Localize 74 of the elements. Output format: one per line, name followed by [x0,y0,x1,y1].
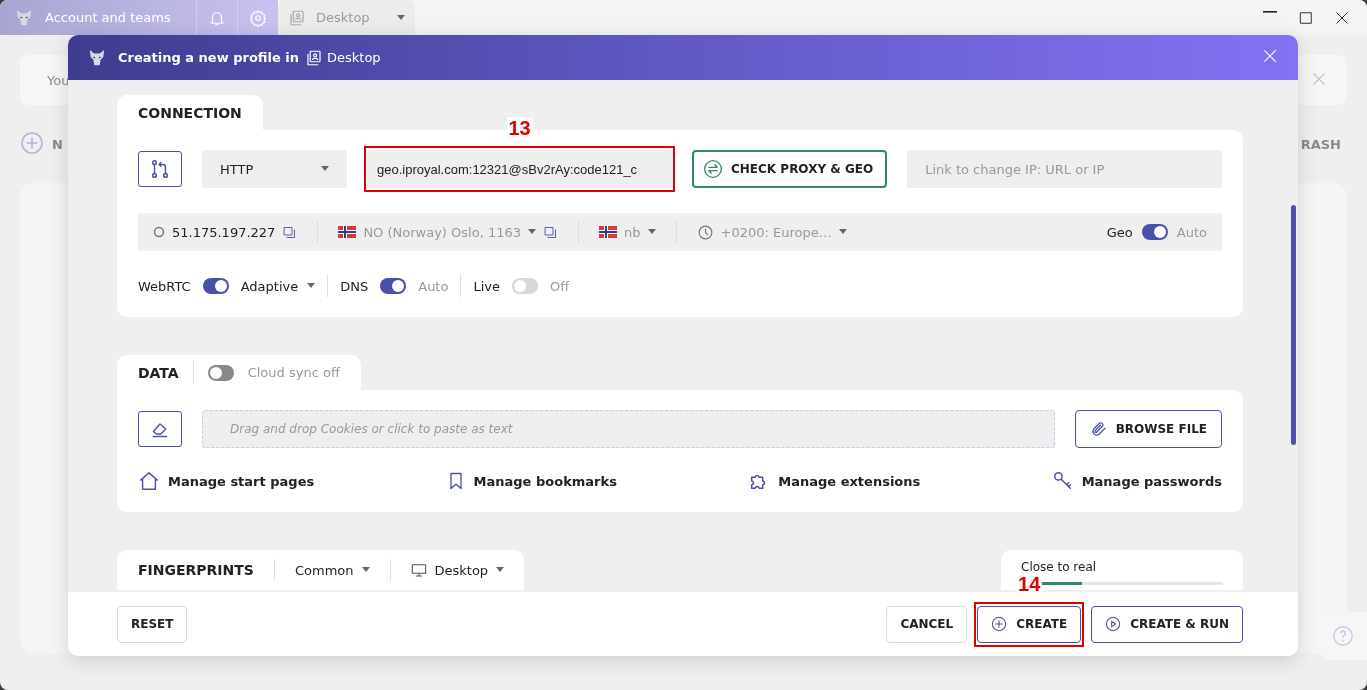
paperclip-icon [1089,420,1108,438]
settings-icon [249,8,267,27]
toggle-mode: Off [549,278,570,294]
caret-icon [838,229,847,235]
check-proxy-button[interactable]: CHECK PROXY & GEO [692,150,888,188]
caret-icon [528,229,536,235]
proxy-type-dropdown[interactable]: HTTP [202,150,347,188]
toggle-switch[interactable] [202,278,229,294]
status-circle-icon [153,226,165,238]
proxy-mode-button[interactable] [138,151,182,187]
close-icon [1262,48,1278,64]
profiles-icon [305,48,323,67]
proxy-field[interactable]: geo.iproyal.com:12321@sBv2rAy:code121_c [367,150,672,188]
mode-dropdown[interactable]: Adaptive [240,278,316,294]
caret-icon [496,567,505,573]
flag-icon [599,226,617,238]
wolf-logo-icon [88,48,106,67]
cancel-button[interactable]: CANCEL [886,605,968,643]
caret-icon [397,14,405,21]
toggle-label: Live [473,278,500,294]
toggle-mode: Auto [418,278,449,294]
caret-icon [647,229,656,235]
play-circle-icon [1105,616,1122,632]
section-heading: DATA [138,364,179,381]
copy-icon [282,224,298,240]
plus-circle-icon [20,130,44,155]
toggle-switch[interactable] [207,364,234,381]
clock-icon [696,223,714,241]
monitor-icon [410,562,427,578]
banner-text: You [47,72,70,88]
geo-mode: Auto [1176,224,1207,240]
toggle-switch[interactable] [1141,224,1168,240]
toggle-label: DNS [340,278,369,294]
geo-label: Geo [1106,224,1133,240]
toggle-label: WebRTC [138,278,191,294]
minimize-icon [1263,10,1277,13]
workspace-name: Desktop [327,50,381,65]
ip-address: 51.175.197.227 [172,224,276,240]
close-icon [1335,10,1349,25]
realism-label: Close to real [1021,560,1097,574]
section-heading: CONNECTION [117,95,263,130]
manage-link[interactable]: Manage extensions [748,470,921,492]
eraser-button[interactable] [138,411,182,447]
create-run-button[interactable]: CREATE & RUN [1091,605,1243,643]
help-icon [1332,625,1354,647]
preset-dropdown[interactable]: Common [273,559,390,581]
caret-icon [361,567,370,573]
key-icon [1051,470,1074,492]
browse-file-button[interactable]: BROWSE FILE [1074,410,1222,448]
dialog-title: Creating a new profile in [118,50,299,65]
caret-icon [307,283,316,289]
manage-link[interactable]: Manage passwords [1051,470,1222,492]
cookie-drop-field[interactable]: Drag and drop Cookies or click to paste as text [202,410,1055,448]
copy-icon [543,224,558,240]
route-icon [149,158,171,180]
device-dropdown[interactable]: Desktop [389,559,525,581]
change-ip-field[interactable]: Link to change IP: URL or IP [907,150,1222,188]
flag-icon [338,226,357,238]
maximize-icon [1299,10,1313,25]
manage-link[interactable]: Manage start pages [138,470,315,492]
close-icon [1311,70,1327,87]
wolf-logo-icon [15,8,33,27]
house-icon [138,470,160,492]
section-heading: FINGERPRINTS [138,562,255,578]
create-button[interactable]: CREATE [977,605,1082,643]
cloud-sync-label: Cloud sync off [247,365,340,380]
swap-circle-icon [703,159,723,179]
profiles-icon [288,8,306,27]
reset-button[interactable]: RESET [117,605,188,643]
toggle-switch[interactable] [511,278,538,294]
toggle-switch[interactable] [380,278,407,294]
caret-icon [321,166,329,172]
plus-circle-icon [991,616,1008,632]
manage-link[interactable]: Manage bookmarks [445,470,617,492]
